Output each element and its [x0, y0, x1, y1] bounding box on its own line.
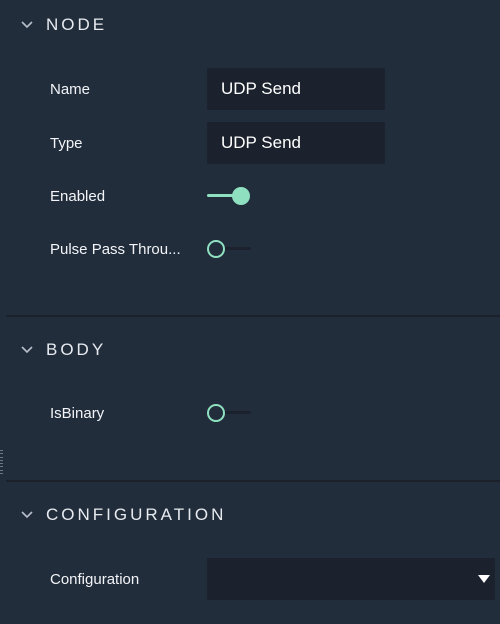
section-header-configuration[interactable]: CONFIGURATION — [0, 500, 500, 530]
chevron-down-icon[interactable] — [20, 508, 34, 522]
toggle-knob — [207, 240, 225, 258]
section-divider — [6, 315, 500, 317]
section-header-body[interactable]: BODY — [0, 335, 500, 365]
section-title-configuration: CONFIGURATION — [46, 505, 227, 524]
enabled-toggle[interactable] — [207, 184, 253, 208]
name-label: Name — [50, 81, 91, 98]
enabled-label: Enabled — [50, 188, 106, 205]
pulse-pass-through-label: Pulse Pass Throu... — [50, 241, 181, 258]
section-title-body: BODY — [46, 340, 107, 359]
chevron-down-icon[interactable] — [20, 343, 34, 357]
type-label: Type — [50, 135, 83, 152]
section-divider — [6, 480, 500, 482]
configuration-label: Configuration — [50, 571, 140, 588]
isbinary-toggle[interactable] — [207, 401, 253, 425]
triangle-down-icon[interactable] — [477, 572, 491, 586]
chevron-down-icon[interactable] — [20, 18, 34, 32]
name-field[interactable]: UDP Send — [207, 68, 385, 110]
type-field[interactable]: UDP Send — [207, 122, 385, 164]
toggle-knob — [232, 187, 250, 205]
resize-grip-icon[interactable] — [0, 450, 3, 474]
section-header-node[interactable]: NODE — [0, 10, 500, 40]
section-title-node: NODE — [46, 15, 108, 34]
configuration-select[interactable] — [207, 558, 495, 600]
isbinary-label: IsBinary — [50, 405, 105, 422]
toggle-knob — [207, 404, 225, 422]
pulse-pass-through-toggle[interactable] — [207, 237, 253, 261]
